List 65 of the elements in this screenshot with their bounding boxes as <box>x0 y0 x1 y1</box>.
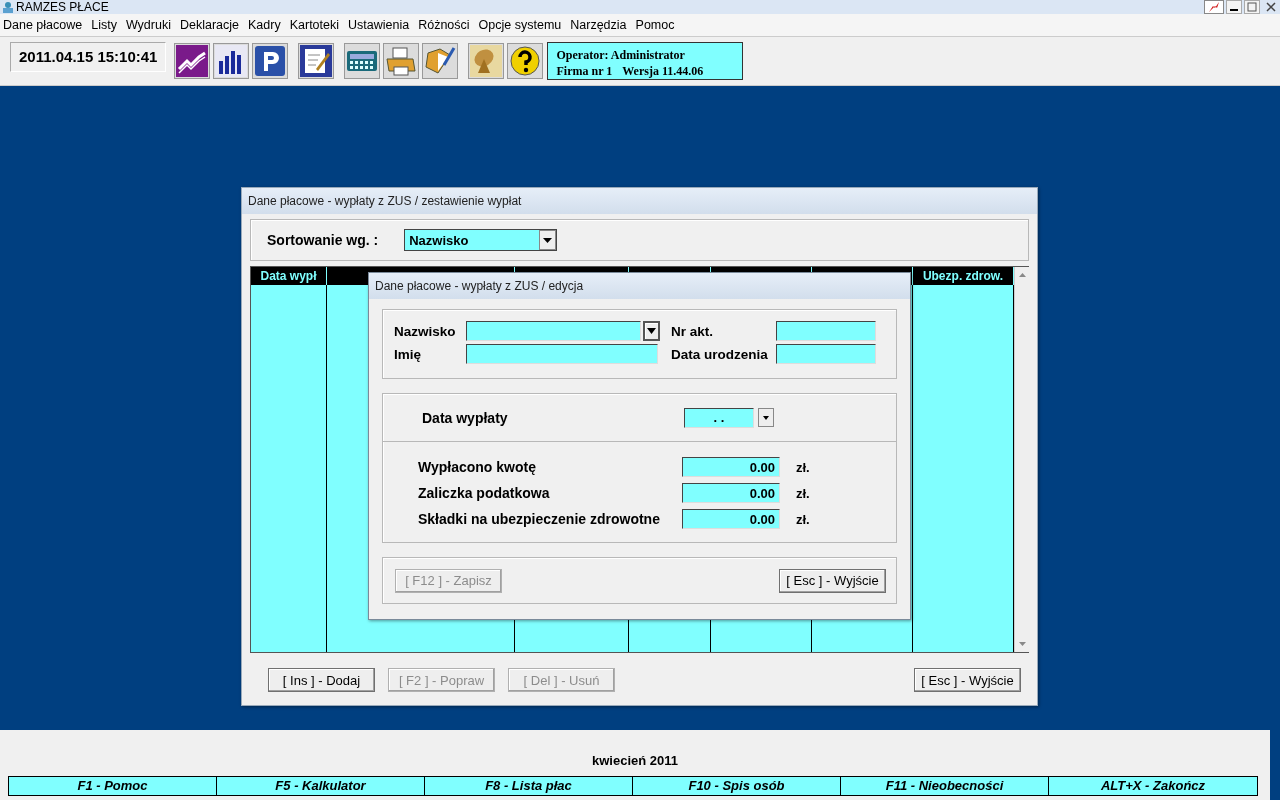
menu-item[interactable]: Wydruki <box>122 18 177 32</box>
unit-label: zł. <box>795 485 811 501</box>
menu-item[interactable]: Ustawienia <box>345 18 416 32</box>
unit-label: zł. <box>795 459 811 475</box>
button: [ Del ] - Usuń <box>508 668 615 692</box>
menu-item[interactable]: Listy <box>88 18 123 32</box>
dialog-title-bar: Dane płacowe - wypłaty z ZUS / zestawienie wypłat <box>242 188 1037 214</box>
window-title: RAMZES PŁACE <box>16 0 110 14</box>
app-icon <box>2 1 14 13</box>
amount-field[interactable]: 0.00 <box>682 509 780 529</box>
field-label: Nr akt. <box>671 323 715 339</box>
firm-text: Firma nr 1 <box>556 64 613 79</box>
button[interactable]: [ Esc ] - Wyjście <box>779 568 886 593</box>
field-label: Nazwisko <box>394 323 457 339</box>
notebook-pen-icon[interactable] <box>422 43 459 79</box>
document-pen-icon[interactable] <box>298 43 335 79</box>
parking-sign-icon[interactable] <box>252 43 289 79</box>
surname-field[interactable] <box>466 321 641 341</box>
button: [ F2 ] - Popraw <box>388 668 495 692</box>
field-label: Data wypłaty <box>422 409 509 426</box>
help-icon[interactable] <box>507 43 544 79</box>
field-label: Imię <box>394 346 422 362</box>
dialog-title-bar: Dane płacowe - wypłaty z ZUS / edycja <box>369 273 910 299</box>
field-label: Zaliczka podatkowa <box>418 485 551 501</box>
birth-date-field[interactable] <box>776 344 876 364</box>
operator-text: Operator: Administrator <box>556 48 686 63</box>
menu-item[interactable]: Kadry <box>245 18 287 32</box>
column-header: Ubezp. zdrow. <box>913 267 1014 285</box>
printer-icon[interactable] <box>383 43 420 79</box>
function-key[interactable]: F1 - Pomoc <box>9 777 217 795</box>
column-header: Data wypł <box>251 267 327 285</box>
amount-field[interactable]: 0.00 <box>682 483 780 503</box>
function-key[interactable]: F10 - Spis osób <box>633 777 841 795</box>
version-text: Wersja 11.44.06 <box>622 64 704 79</box>
unit-label: zł. <box>795 511 811 527</box>
file-number-field[interactable] <box>776 321 876 341</box>
function-key[interactable]: F5 - Kalkulator <box>217 777 425 795</box>
sort-dropdown[interactable]: Nazwisko <box>404 229 558 251</box>
first-name-field[interactable] <box>466 344 658 364</box>
menu-item[interactable]: Dane płacowe <box>0 18 89 32</box>
function-key[interactable]: F11 - Nieobecności <box>841 777 1049 795</box>
period-label: kwiecień 2011 <box>591 753 679 770</box>
date-field[interactable]: . . <box>684 407 754 428</box>
clock-display: 2011.04.15 15:10:41 <box>10 42 167 72</box>
amount-field[interactable]: 0.00 <box>682 457 780 477</box>
menu-item[interactable]: Pomoc <box>632 18 681 32</box>
minimize-icon[interactable] <box>1226 0 1242 14</box>
menu-item[interactable]: Różności <box>415 18 476 32</box>
menu-item[interactable]: Narzędzia <box>567 18 633 32</box>
field-label: Data urodzenia <box>671 346 769 362</box>
button[interactable]: [ Esc ] - Wyjście <box>914 668 1021 692</box>
function-key[interactable]: F8 - Lista płac <box>425 777 633 795</box>
sort-label: Sortowanie wg. : <box>267 232 379 248</box>
bar-chart-icon[interactable] <box>213 43 250 79</box>
field-label: Składki na ubezpieczenie zdrowotne <box>418 511 661 527</box>
calculator-icon[interactable] <box>344 43 381 79</box>
scrollbar[interactable] <box>1014 267 1030 652</box>
function-key[interactable]: ALT+X - Zakończ <box>1049 777 1257 795</box>
button[interactable]: [ Ins ] - Dodaj <box>268 668 375 692</box>
menu-item[interactable]: Opcje systemu <box>475 18 568 32</box>
field-label: Wypłacono kwotę <box>418 459 537 475</box>
menu-item[interactable]: Kartoteki <box>286 18 346 32</box>
trend-chart-icon[interactable] <box>174 43 211 79</box>
button: [ F12 ] - Zapisz <box>395 568 502 593</box>
menu-item[interactable]: Deklaracje <box>176 18 246 32</box>
